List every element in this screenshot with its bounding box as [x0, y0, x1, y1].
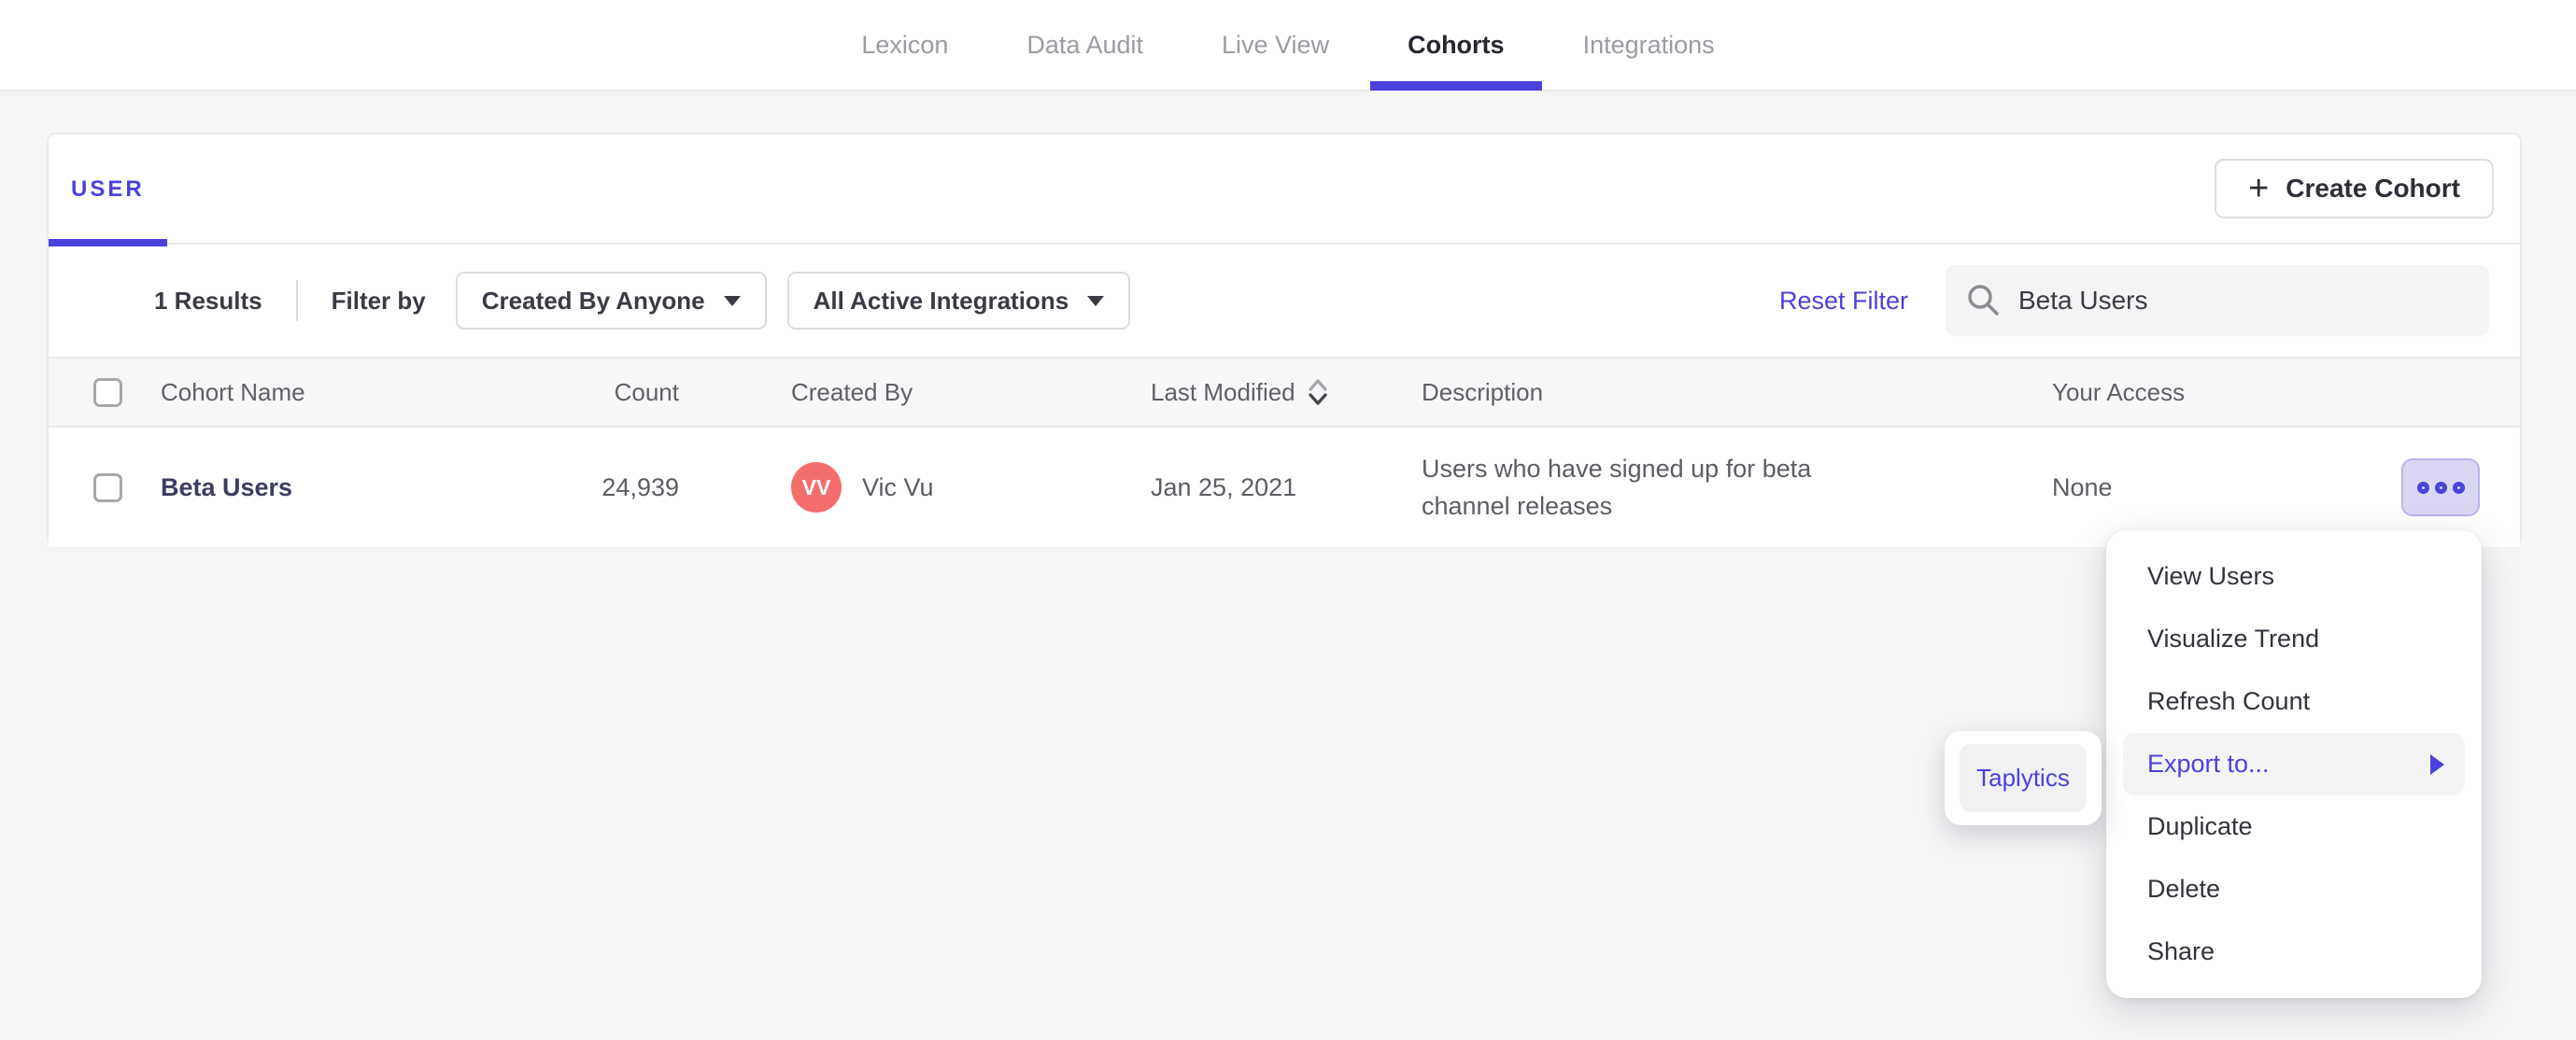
row-actions-cell — [2197, 458, 2520, 516]
header-last-modified-label: Last Modified — [1151, 377, 1295, 406]
created-by-dropdown[interactable]: Created By Anyone — [455, 272, 767, 330]
export-submenu: Taplytics — [1945, 731, 2102, 825]
table-row: Beta Users 24,939 VV Vic Vu Jan 25, 2021… — [49, 428, 2520, 547]
menu-item-duplicate[interactable]: Duplicate — [2123, 795, 2465, 858]
header-your-access: Your Access — [2052, 377, 2186, 406]
ellipsis-icon — [2434, 481, 2447, 494]
menu-item-export-to[interactable]: Export to... — [2123, 733, 2465, 795]
create-cohort-button[interactable]: + Create Cohort — [2215, 159, 2494, 218]
submenu-arrow-icon — [2430, 753, 2444, 775]
menu-item-export-to-label: Export to... — [2147, 750, 2270, 778]
row-context-menu: View Users Visualize Trend Refresh Count… — [2106, 530, 2482, 998]
search-icon — [1968, 285, 1999, 316]
submenu-item-taplytics[interactable]: Taplytics — [1960, 744, 2087, 812]
description-text: Users who have signed up for beta channe… — [1422, 455, 1812, 520]
row-checkbox-cell — [49, 472, 161, 502]
tab-user[interactable]: USER — [49, 134, 167, 246]
create-cohort-label: Create Cohort — [2286, 174, 2460, 203]
cohorts-page: Lexicon Data Audit Live View Cohorts Int… — [0, 0, 2576, 1040]
ellipsis-icon — [2452, 481, 2465, 494]
search-box[interactable] — [1946, 265, 2489, 336]
select-all-checkbox[interactable] — [93, 377, 122, 407]
table-header: Cohort Name Count Created By Last Modifi… — [49, 357, 2520, 428]
integrations-dropdown-value: All Active Integrations — [813, 286, 1069, 315]
top-nav: Lexicon Data Audit Live View Cohorts Int… — [0, 0, 2576, 91]
menu-item-delete[interactable]: Delete — [2123, 858, 2465, 921]
nav-item-integrations[interactable]: Integrations — [1583, 0, 1715, 91]
menu-item-share[interactable]: Share — [2123, 921, 2465, 983]
row-checkbox[interactable] — [93, 472, 122, 502]
sort-icon[interactable] — [1307, 377, 1329, 407]
last-modified-value: Jan 25, 2021 — [1151, 472, 1297, 501]
plus-icon: + — [2248, 169, 2270, 208]
your-access-value: None — [2052, 472, 2113, 501]
ellipsis-icon — [2416, 481, 2429, 494]
panel-tab-strip: USER + Create Cohort — [49, 134, 2520, 246]
creator-name: Vic Vu — [862, 472, 934, 501]
search-input[interactable] — [2018, 286, 2469, 316]
created-by-dropdown-value: Created By Anyone — [481, 286, 705, 315]
chevron-down-icon — [723, 295, 741, 306]
filter-by-label: Filter by — [331, 286, 426, 315]
cohort-name-link[interactable]: Beta Users — [161, 473, 292, 501]
header-checkbox-cell — [49, 377, 161, 407]
header-last-modified[interactable]: Last Modified — [1034, 377, 1389, 407]
nav-item-cohorts[interactable]: Cohorts — [1370, 0, 1541, 91]
nav-item-lexicon[interactable]: Lexicon — [861, 0, 948, 91]
results-count: 1 Results — [154, 286, 262, 315]
header-created-by: Created By — [791, 377, 913, 406]
nav-item-live-view[interactable]: Live View — [1222, 0, 1329, 91]
description-cell: Users who have signed up for beta channe… — [1389, 450, 1889, 525]
header-cohort-name: Cohort Name — [161, 377, 305, 406]
created-by-cell: VV Vic Vu — [679, 462, 1034, 513]
menu-item-refresh-count[interactable]: Refresh Count — [2123, 670, 2465, 733]
integrations-dropdown[interactable]: All Active Integrations — [786, 272, 1131, 330]
divider — [295, 280, 298, 321]
header-description: Description — [1422, 377, 1544, 406]
cohorts-panel: USER + Create Cohort 1 Results Filter by… — [47, 133, 2522, 547]
menu-item-visualize-trend[interactable]: Visualize Trend — [2123, 608, 2465, 670]
filter-bar: 1 Results Filter by Created By Anyone Al… — [49, 245, 2520, 357]
avatar: VV — [791, 462, 842, 513]
cohort-count: 24,939 — [602, 472, 679, 501]
nav-item-data-audit[interactable]: Data Audit — [1026, 0, 1143, 91]
header-count: Count — [614, 377, 679, 406]
row-actions-button[interactable] — [2401, 458, 2480, 516]
chevron-down-icon — [1087, 295, 1105, 306]
menu-item-view-users[interactable]: View Users — [2123, 545, 2465, 608]
reset-filter-link[interactable]: Reset Filter — [1779, 287, 1908, 316]
